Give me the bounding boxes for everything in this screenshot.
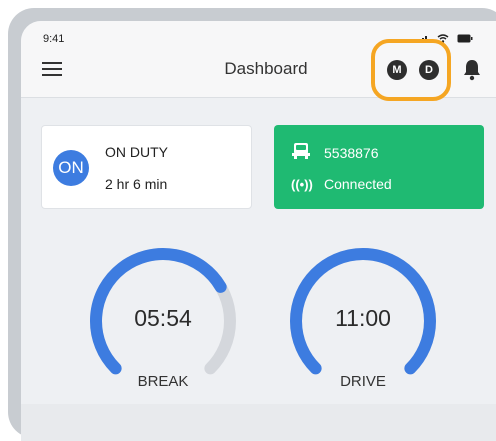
- duty-status-card[interactable]: ON ON DUTY 2 hr 6 min: [41, 125, 252, 209]
- bottom-panel: [21, 404, 496, 441]
- drive-time: 11:00: [335, 305, 391, 331]
- duty-status-badge: ON: [53, 150, 89, 186]
- truck-icon: [291, 141, 311, 166]
- device-frame: 9:41 Dashboard M D ON ON DUTY 2 hr 6 min…: [8, 8, 496, 441]
- broadcast-icon: ((•)): [291, 177, 313, 192]
- drive-gauge[interactable]: 11:00 DRIVE: [283, 241, 443, 401]
- app-bar: 9:41 Dashboard M D: [21, 21, 496, 101]
- connection-status: Connected: [324, 176, 392, 192]
- app-screen: 9:41 Dashboard M D ON ON DUTY 2 hr 6 min…: [21, 21, 496, 441]
- bell-icon[interactable]: [462, 59, 482, 81]
- duty-status-label: ON DUTY: [105, 144, 168, 160]
- duty-duration: 2 hr 6 min: [105, 176, 168, 192]
- break-time: 05:54: [134, 305, 192, 331]
- break-gauge[interactable]: 05:54 BREAK: [83, 241, 243, 401]
- break-label: BREAK: [137, 373, 189, 390]
- hamburger-menu-icon[interactable]: [42, 62, 62, 76]
- vehicle-id: 5538876: [324, 145, 379, 161]
- m-badge-button[interactable]: M: [387, 60, 407, 80]
- vehicle-connection-card[interactable]: 5538876 ((•)) Connected: [274, 125, 484, 209]
- battery-icon: [457, 30, 473, 48]
- status-time: 9:41: [43, 33, 65, 45]
- highlight-outline: [371, 39, 451, 101]
- drive-label: DRIVE: [340, 373, 386, 390]
- d-badge-button[interactable]: D: [419, 60, 439, 80]
